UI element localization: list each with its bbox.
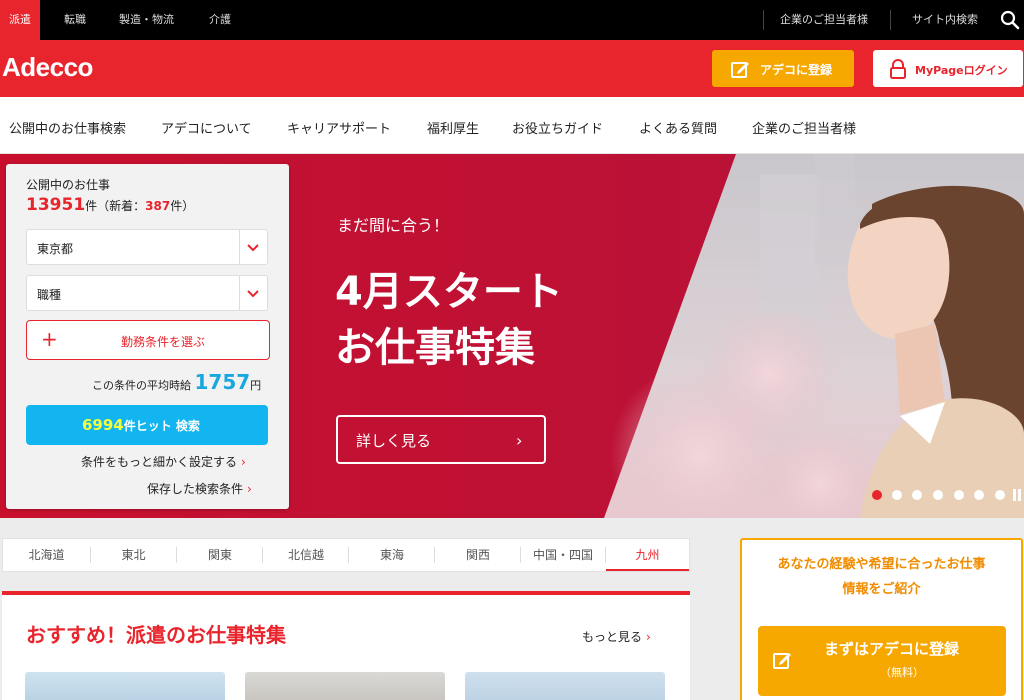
job-search-panel: 公開中のお仕事 13951件（新着：387件） 東京都 職種 + 勤務条件を選ぶ… [6,164,289,509]
divider [763,10,764,30]
region-tab-hokushinetsu[interactable]: 北信越 [263,539,349,571]
search-button[interactable]: 6994件ヒット 検索 [26,405,268,445]
prefecture-value: 東京都 [37,242,74,256]
plus-icon: + [41,327,58,351]
search-icon[interactable] [1000,10,1020,30]
promo-message-line2: 情報をご紹介 [842,582,921,597]
new-count: 387 [145,199,171,213]
region-tabs: 北海道 東北 関東 北信越 東海 関西 中国・四国 九州 [2,538,690,572]
average-wage-value: 1757 [194,370,251,394]
slide-dot[interactable] [974,490,984,500]
lock-icon [890,59,906,79]
edit-icon [731,62,749,78]
adecco-logo[interactable]: Adecco [2,52,93,83]
nav-welfare[interactable]: 福利厚生 [427,118,479,137]
slide-dot[interactable] [892,490,902,500]
feature-card-image[interactable] [245,672,445,700]
total-suffix: 件（新着： [85,199,146,213]
register-label: アデコに登録 [760,63,833,77]
feature-card-image[interactable] [25,672,225,700]
see-more-label: もっと見る [582,630,643,644]
recommend-title: おすすめ！派遣のお仕事特集 [26,623,286,647]
nav-job-search[interactable]: 公開中のお仕事検索 [9,118,126,137]
hero-detail-label: 詳しく見る [356,432,432,450]
registration-promo: あなたの経験や希望に合ったお仕事 情報をご紹介 まずはアデコに登録 （無料） [740,538,1023,700]
recommend-section: おすすめ！派遣のお仕事特集 もっと見る › [2,591,690,700]
slide-dot[interactable] [954,490,964,500]
nav-corporate[interactable]: 企業のご担当者様 [752,118,856,137]
tab-haken[interactable]: 派遣 [0,0,40,40]
slide-dot[interactable] [995,490,1005,500]
nav-faq[interactable]: よくある質問 [639,118,717,137]
divider [239,276,240,310]
job-count-caption: 公開中のお仕事 [26,178,111,192]
average-wage-unit: 円 [250,379,262,392]
saved-search-link[interactable]: 保存した検索条件 › [147,480,252,497]
corporate-link[interactable]: 企業のご担当者様 [780,0,868,40]
hero-tagline: まだ間に合う！ [337,216,450,235]
slide-dot[interactable] [872,490,882,500]
nav-career-support[interactable]: キャリアサポート [287,118,391,137]
login-label: MyPageログイン [915,64,1008,77]
promo-message-line1: あなたの経験や希望に合ったお仕事 [777,557,986,572]
hero-detail-button[interactable]: 詳しく見る › [336,415,546,464]
slide-dot[interactable] [933,490,943,500]
feature-card-image[interactable] [465,672,665,700]
work-conditions-button[interactable]: + 勤務条件を選ぶ [26,320,270,360]
tab-tenshoku[interactable]: 転職 [64,0,86,40]
pause-icon[interactable] [1013,489,1021,501]
tab-kaigo[interactable]: 介護 [209,0,231,40]
chevron-right-icon: › [247,482,252,496]
chevron-right-icon: › [646,630,651,644]
job-type-value: 職種 [37,288,62,302]
hit-label: 件ヒット 検索 [123,419,200,433]
region-tab-hokkaido[interactable]: 北海道 [3,539,90,571]
total-count: 13951 [26,195,86,215]
promo-register-sublabel: （無料） [880,666,924,679]
region-tab-tohoku[interactable]: 東北 [91,539,176,571]
edit-icon [773,653,791,669]
job-type-select[interactable]: 職種 [26,275,268,311]
chevron-down-icon [247,244,259,252]
region-tab-kyushu[interactable]: 九州 [606,539,689,571]
saved-search-label: 保存した検索条件 [147,482,244,496]
advanced-conditions-link[interactable]: 条件をもっと細かく設定する › [81,453,246,470]
nav-about[interactable]: アデコについて [161,118,252,137]
region-tab-tokai[interactable]: 東海 [349,539,435,571]
main-nav: 公開中のお仕事検索 アデコについて キャリアサポート 福利厚生 お役立ちガイド … [0,97,1024,154]
average-wage: この条件の平均時給 1757円 [92,370,261,394]
site-header [0,40,1024,97]
tab-seizou[interactable]: 製造・物流 [119,0,174,40]
region-tab-kansai[interactable]: 関西 [435,539,521,571]
see-more-link[interactable]: もっと見る › [582,628,651,645]
prefecture-select[interactable]: 東京都 [26,229,268,265]
job-count: 13951件（新着：387件） [26,195,194,215]
region-tab-chugoku-shikoku[interactable]: 中国・四国 [521,539,605,571]
advanced-conditions-label: 条件をもっと細かく設定する [81,455,238,469]
hero-headline-line2: お仕事特集 [335,325,535,371]
hero-headline-line1: 4月スタート [335,269,563,315]
nav-guide[interactable]: お役立ちガイド [512,118,603,137]
divider [239,230,240,264]
divider [890,10,891,30]
promo-message: あなたの経験や希望に合ったお仕事 情報をご紹介 [742,552,1021,602]
chevron-right-icon: › [516,431,523,450]
chevron-right-icon: › [241,455,246,469]
work-conditions-label: 勤務条件を選ぶ [121,335,206,349]
average-wage-label: この条件の平均時給 [92,379,191,392]
register-button[interactable]: アデコに登録 [712,50,854,87]
hit-count: 6994 [82,416,124,434]
region-tab-kanto[interactable]: 関東 [177,539,263,571]
promo-register-button[interactable]: まずはアデコに登録 （無料） [758,626,1006,696]
top-bar: 派遣 転職 製造・物流 介護 企業のご担当者様 サイト内検索 [0,0,1024,40]
chevron-down-icon [247,290,259,298]
slide-dot[interactable] [912,490,922,500]
new-suffix: 件） [170,199,195,213]
hero-headline: 4月スタート お仕事特集 [335,264,563,376]
site-search-link[interactable]: サイト内検索 [912,0,978,40]
promo-register-label: まずはアデコに登録 [824,640,960,658]
mypage-login-button[interactable]: MyPageログイン [873,50,1023,87]
